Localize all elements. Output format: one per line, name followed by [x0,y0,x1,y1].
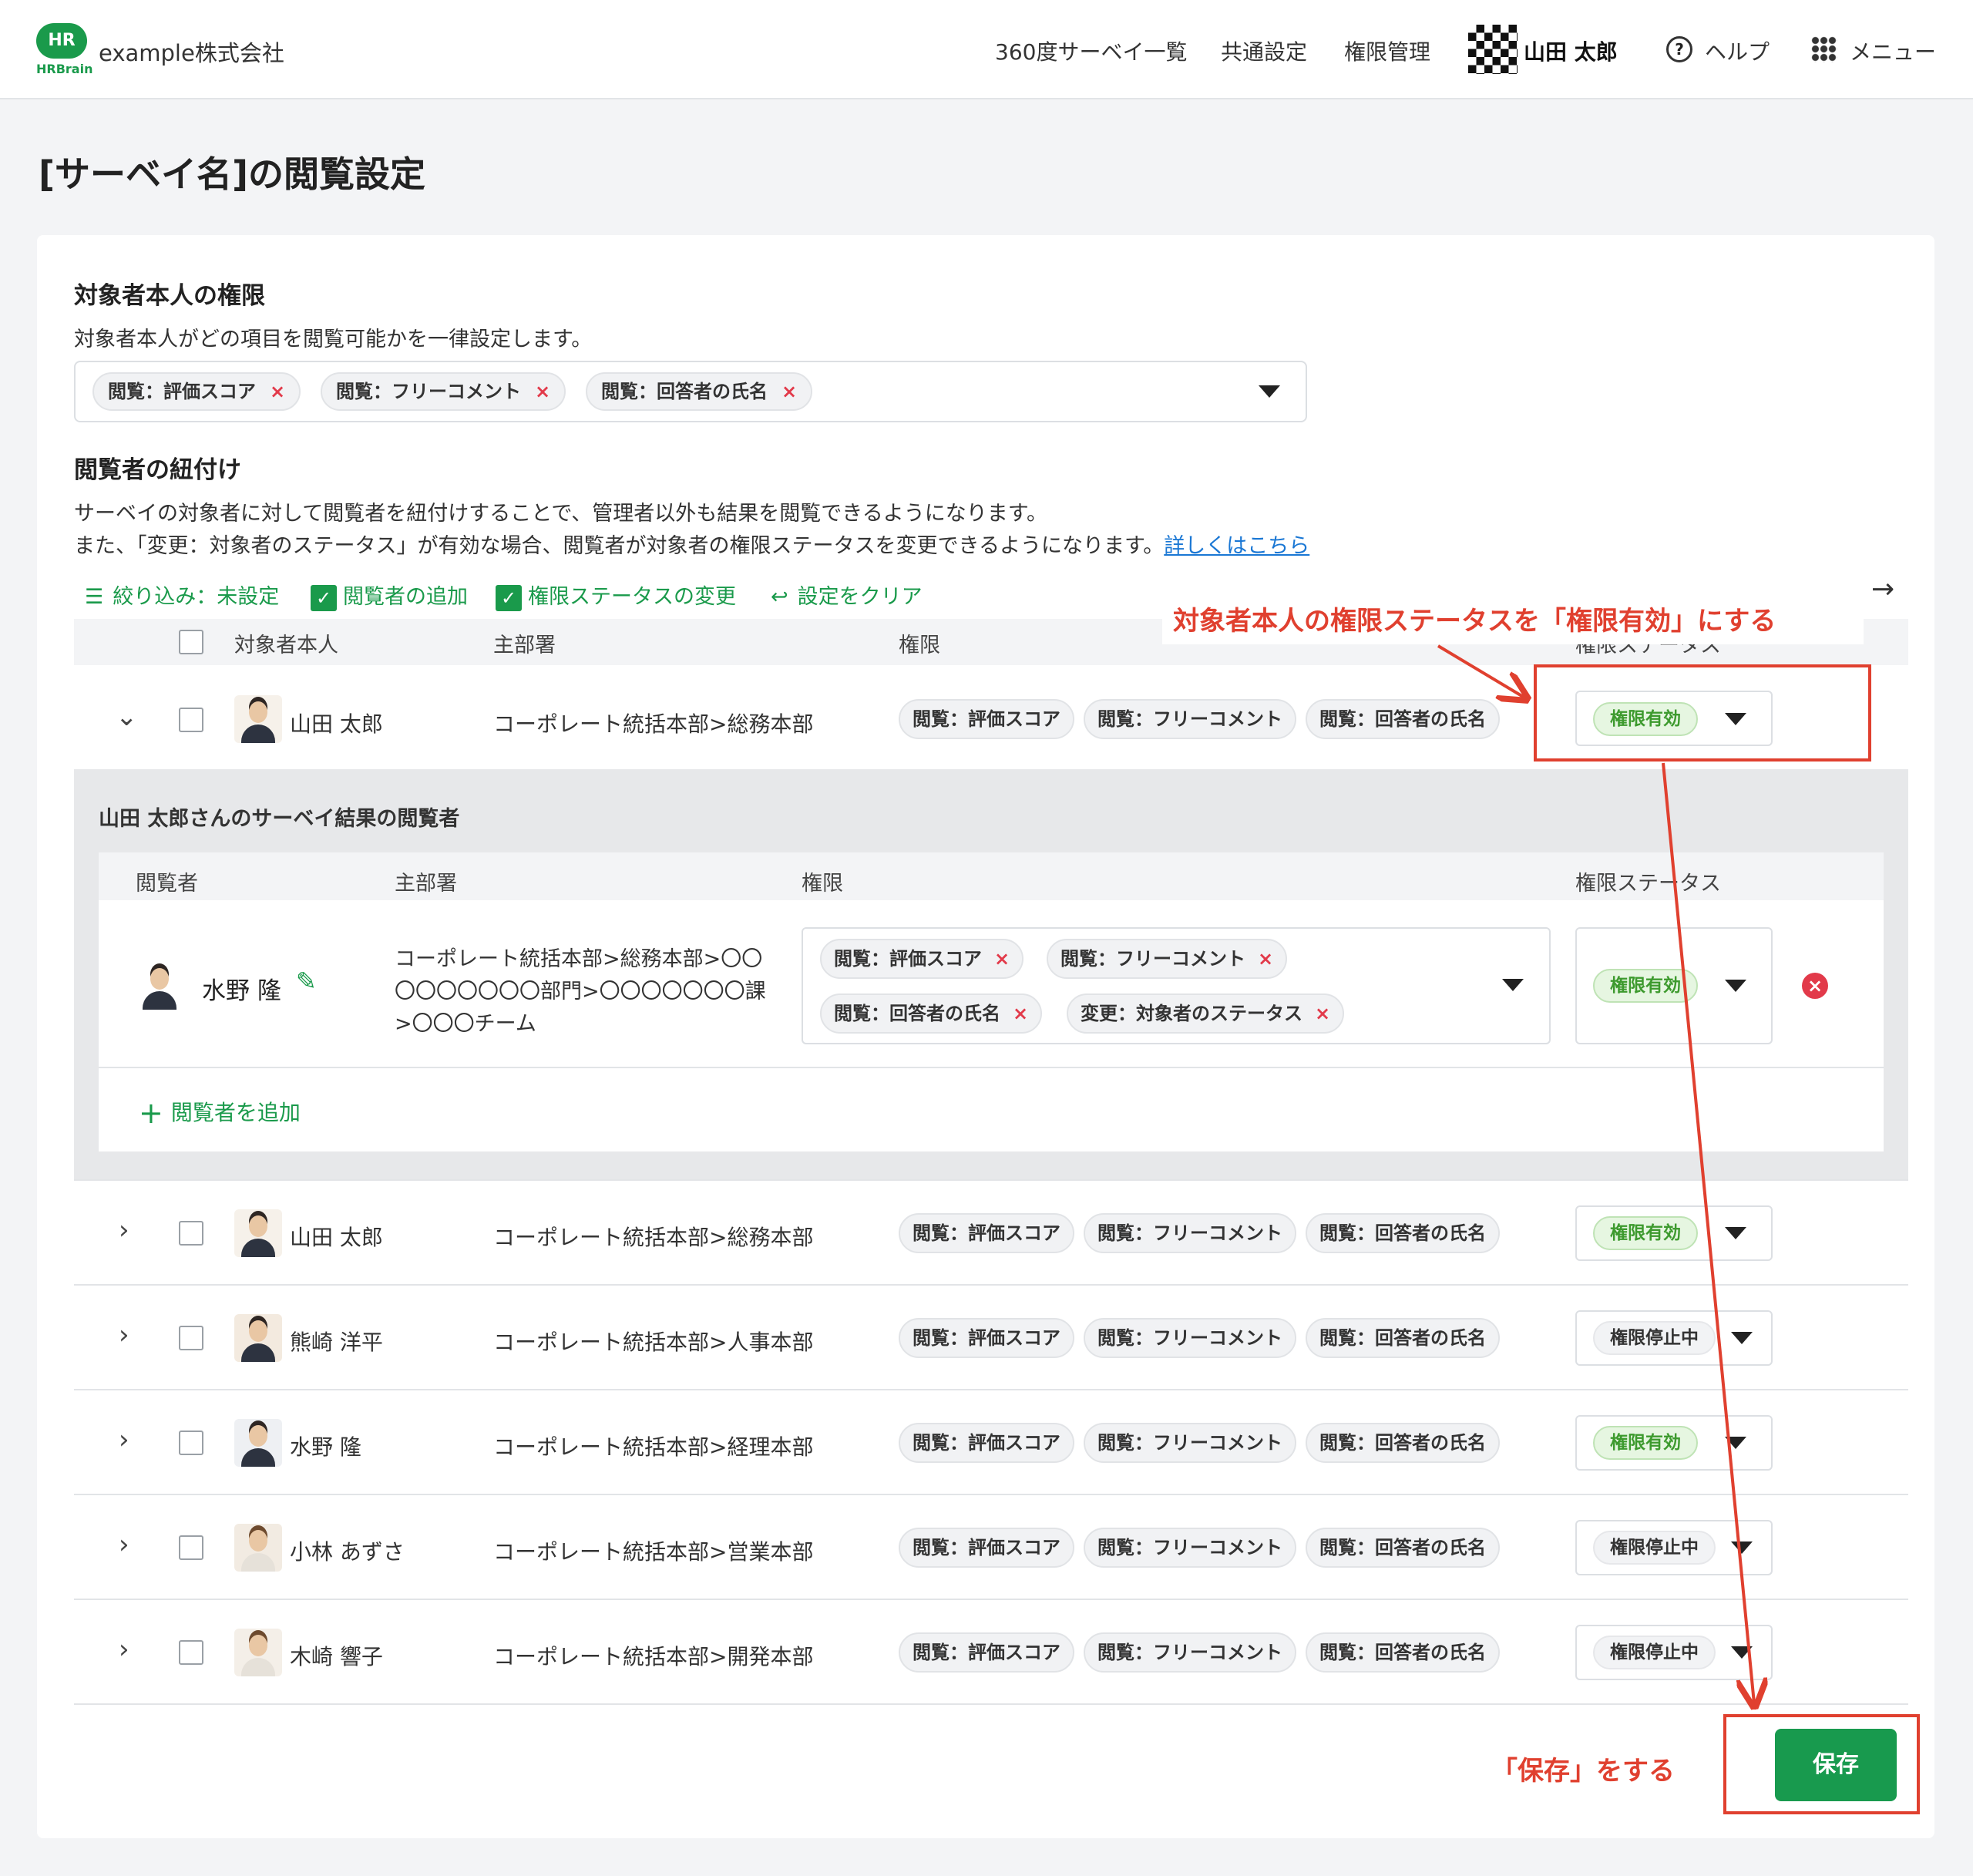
annotation-arrows [1437,644,1973,1876]
arrow-to-status [1437,644,1524,698]
arrow-to-save [1662,762,1754,1703]
